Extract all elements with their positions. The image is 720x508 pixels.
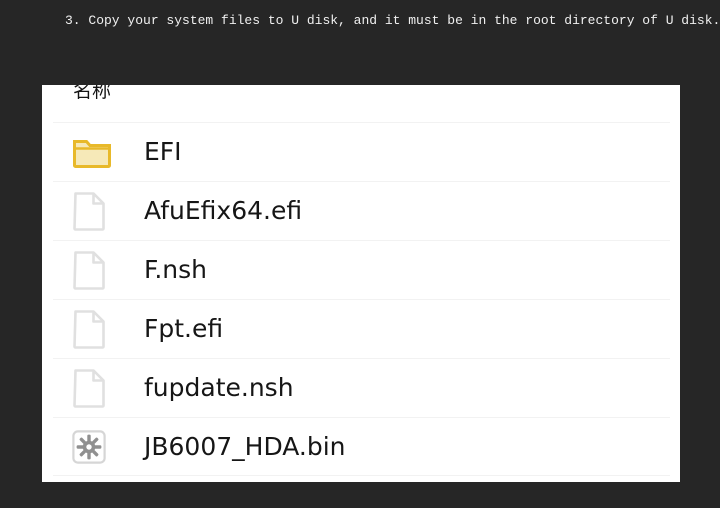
file-row[interactable]: JB6007_HDA.bin (42, 417, 680, 476)
file-row[interactable]: AfuEfix64.efi (42, 181, 680, 240)
file-row[interactable]: F.nsh (42, 240, 680, 299)
file-name-label: fupdate.nsh (144, 372, 294, 402)
document-icon (72, 191, 118, 231)
file-row[interactable]: fupdate.nsh (42, 358, 680, 417)
file-name-label: F.nsh (144, 254, 208, 284)
column-header-label: 名称 (73, 85, 112, 102)
file-row[interactable]: EFI (42, 122, 680, 181)
file-name-label: JB6007_HDA.bin (144, 431, 346, 461)
file-name-label: AfuEfix64.efi (144, 195, 303, 225)
folder-icon (72, 136, 118, 168)
document-icon (72, 309, 118, 349)
document-icon (72, 368, 118, 408)
file-row[interactable]: Fpt.efi (42, 299, 680, 358)
file-list-panel: 名称 EFI AfuEfix64.efi F.nsh Fpt.efi fupdate.n… (42, 85, 680, 482)
file-name-label: EFI (144, 136, 182, 166)
system-file-icon (72, 429, 118, 464)
file-list: EFI AfuEfix64.efi F.nsh Fpt.efi fupdate.nsh J… (42, 122, 680, 476)
document-icon (72, 250, 118, 290)
column-header-name[interactable]: 名称 (42, 85, 680, 122)
file-name-label: Fpt.efi (144, 313, 224, 343)
instruction-text: 3. Copy your system files to U disk, and… (65, 13, 720, 28)
